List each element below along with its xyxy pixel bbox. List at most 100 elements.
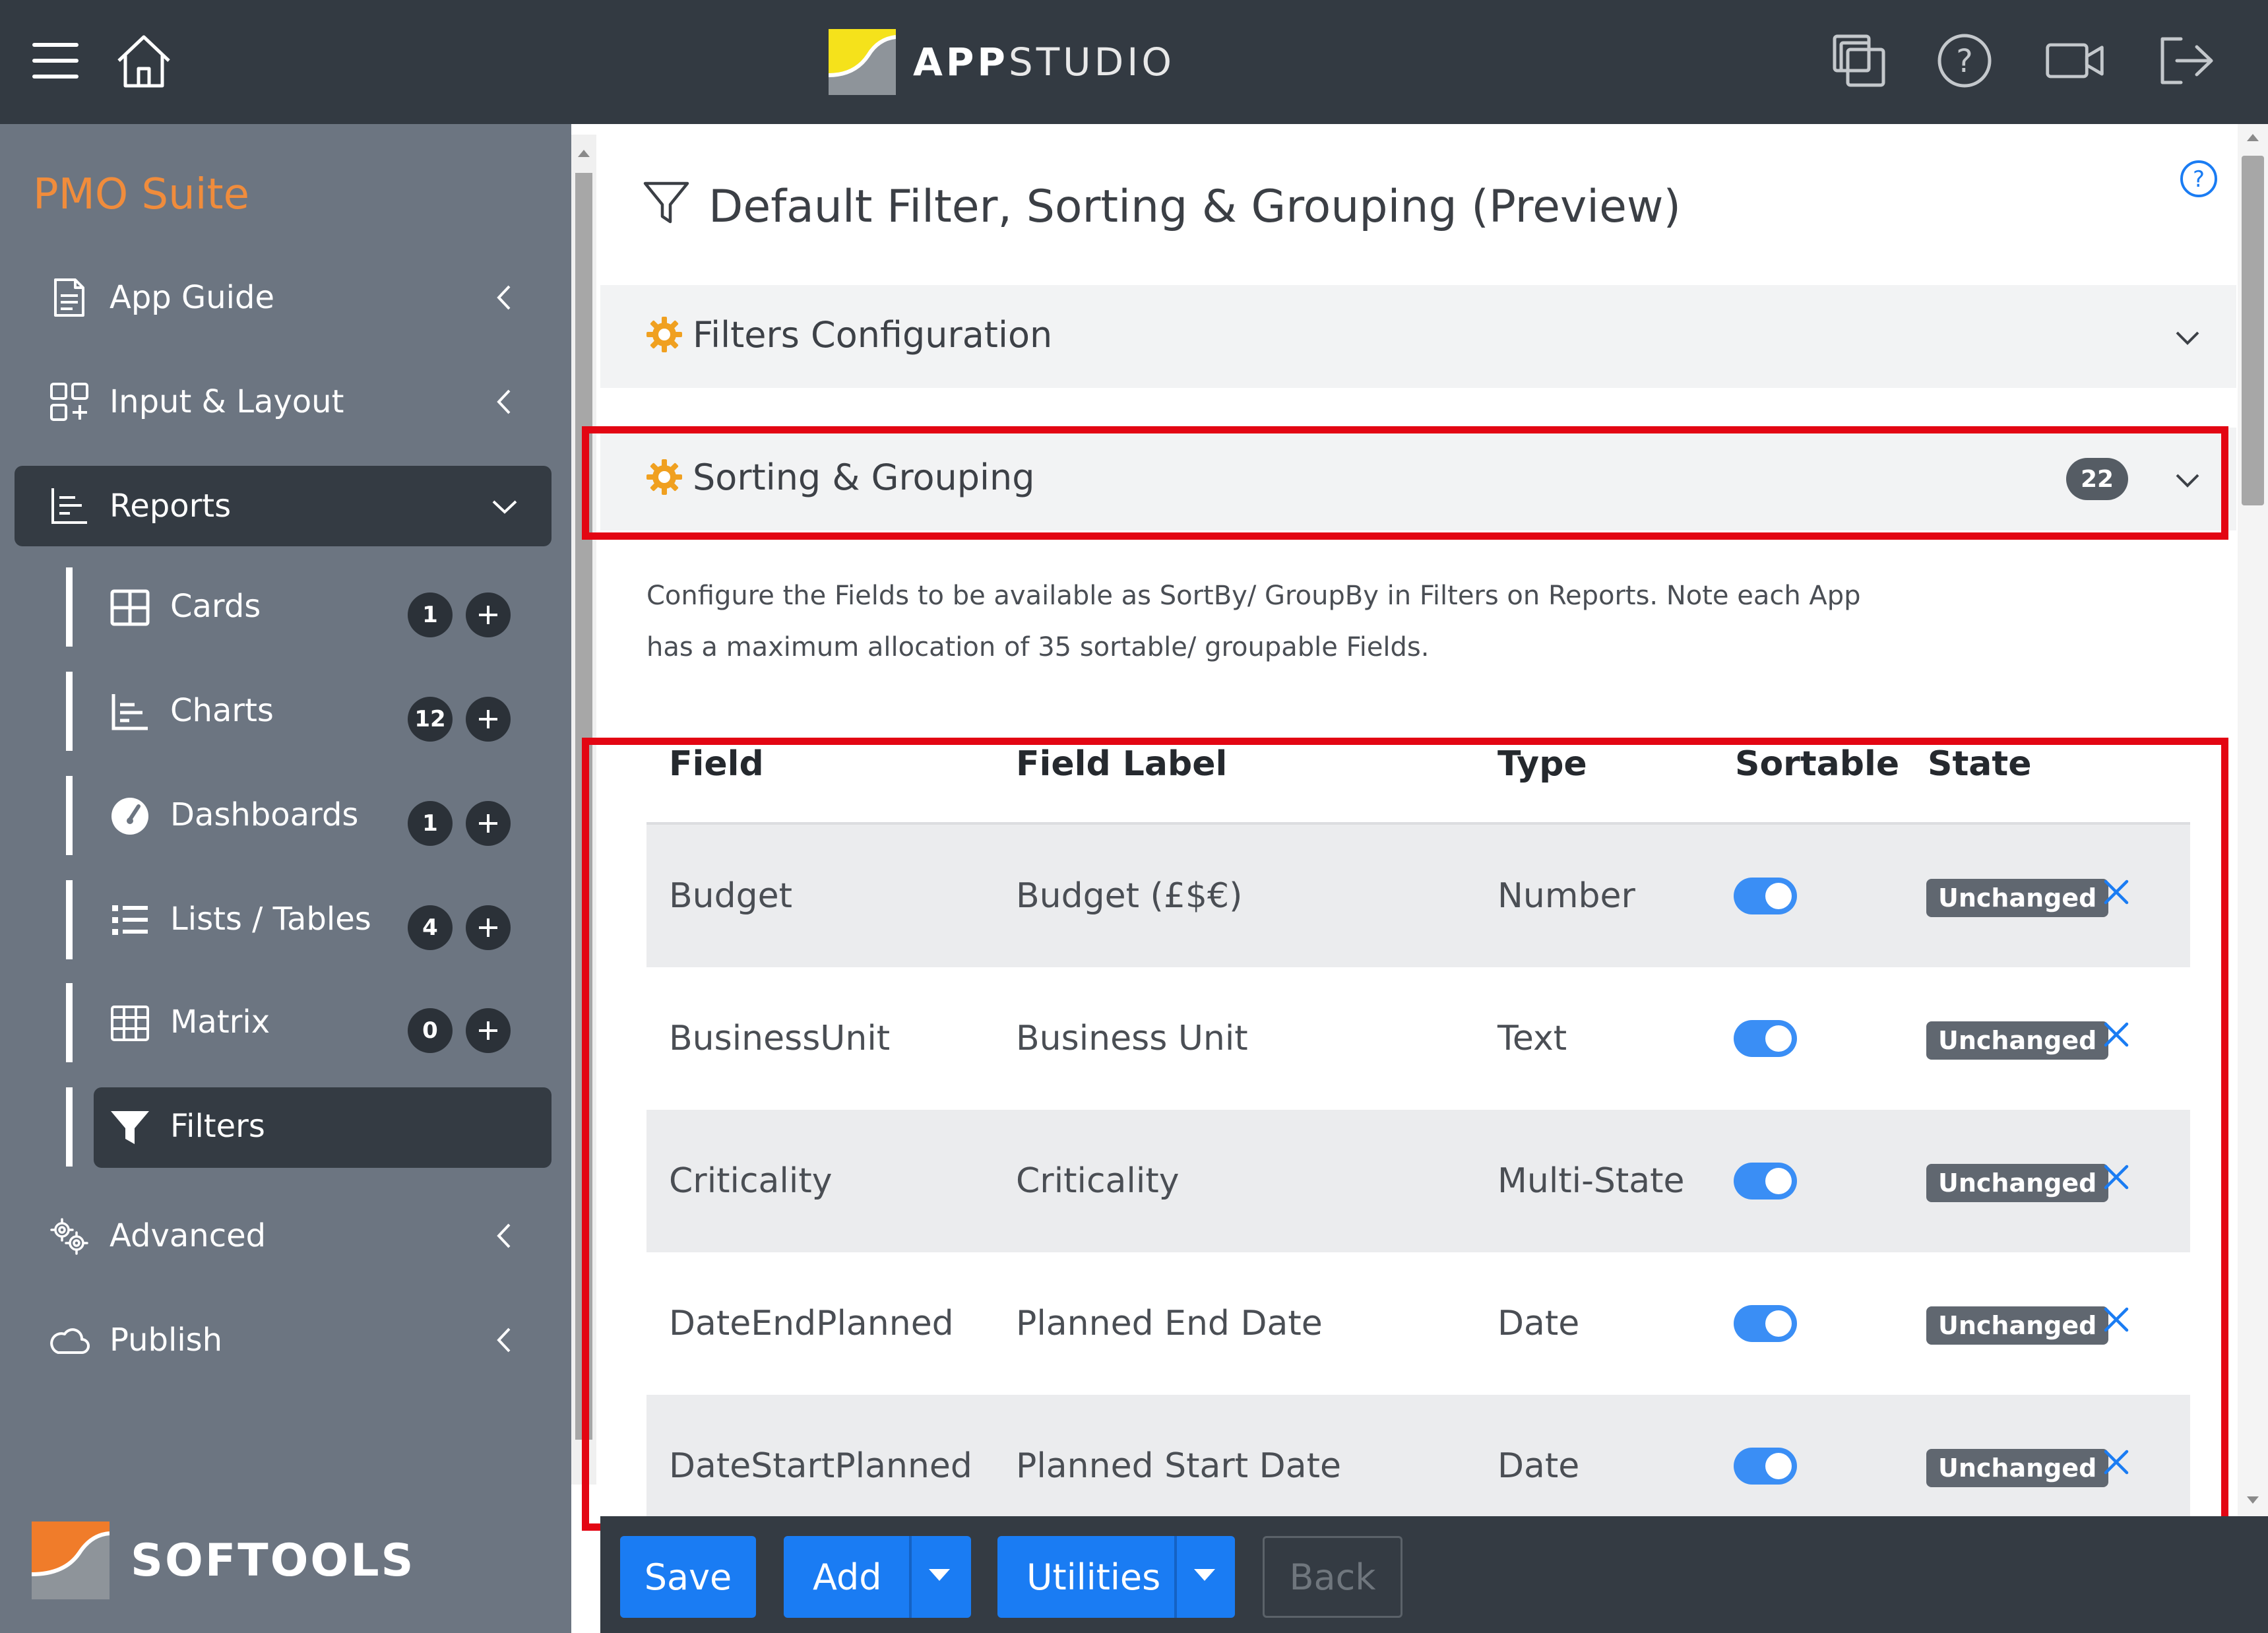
cell-field: Criticality (669, 1161, 833, 1201)
main-scrollbar-thumb[interactable] (2242, 156, 2264, 505)
cell-field-label: Business Unit (1016, 1019, 1248, 1058)
softools-logo: SOFTOOLS (32, 1521, 416, 1599)
chevron-down-icon[interactable] (2172, 464, 2203, 496)
cards-count-badge: 1 (408, 592, 453, 637)
description-line-1: Configure the Fields to be available as … (646, 581, 1861, 611)
description-line-2: has a maximum allocation of 35 sortable/… (646, 632, 1430, 662)
close-icon[interactable] (2098, 1159, 2135, 1196)
add-list-button[interactable] (466, 905, 511, 950)
add-card-button[interactable] (466, 592, 511, 637)
save-button[interactable]: Save (620, 1536, 756, 1618)
cell-type: Multi-State (1497, 1161, 1685, 1201)
cell-type: Date (1497, 1446, 1580, 1486)
column-header-state: State (1928, 744, 2032, 784)
filter-outline-icon (643, 179, 690, 230)
help-icon[interactable]: ? (2178, 158, 2219, 202)
filters-configuration-section[interactable]: Filters Configuration (600, 285, 2236, 388)
state-badge: Unchanged (1926, 1021, 2109, 1060)
sidebar-subitem-matrix[interactable]: Matrix 0 (94, 983, 551, 1064)
sidebar-item-publish[interactable]: Publish (15, 1300, 551, 1380)
svg-text:?: ? (1956, 43, 1972, 80)
state-badge: Unchanged (1926, 1449, 2109, 1487)
table-row: DateStartPlanned Planned Start Date Date… (646, 1395, 2190, 1516)
submenu-indicator (66, 880, 73, 959)
add-chart-button[interactable] (466, 697, 511, 742)
sidebar-item-advanced[interactable]: Advanced (15, 1196, 551, 1276)
utilities-button[interactable]: Utilities (997, 1536, 1235, 1618)
logout-icon[interactable] (2155, 29, 2218, 92)
sortable-toggle[interactable] (1734, 1020, 1797, 1057)
page-title: Default Filter, Sorting & Grouping (Prev… (709, 181, 1682, 233)
sortable-toggle[interactable] (1734, 1305, 1797, 1342)
table-row: Budget Budget (£$€) Number Unchanged (646, 825, 2190, 967)
bottom-toolbar: Save Add Utilities Back (600, 1516, 2268, 1633)
split-divider (909, 1536, 912, 1618)
table-row: Criticality Criticality Multi-State Unch… (646, 1110, 2190, 1252)
sortable-toggle[interactable] (1734, 1448, 1797, 1485)
cell-field: DateStartPlanned (669, 1446, 972, 1486)
home-icon[interactable] (112, 29, 175, 92)
sidebar-item-app-guide[interactable]: App Guide (15, 257, 551, 338)
softools-logo-icon (32, 1521, 110, 1599)
main-panel: Default Filter, Sorting & Grouping (Prev… (600, 124, 2236, 1516)
sorting-table-header: Field Field Label Type Sortable State (646, 744, 2190, 797)
sidebar-item-label: App Guide (110, 279, 274, 316)
back-button[interactable]: Back (1263, 1536, 1402, 1618)
scroll-down-arrow-icon[interactable] (2244, 1494, 2261, 1510)
sidebar-subitem-filters[interactable]: Filters (94, 1087, 551, 1168)
section-title: Sorting & Grouping (693, 457, 1035, 498)
layout-icon (49, 381, 90, 422)
svg-text:?: ? (2193, 166, 2205, 193)
sidebar-item-reports[interactable]: Reports (15, 466, 551, 546)
sidebar-subitem-label: Matrix (170, 1004, 270, 1041)
sidebar-subitem-lists-tables[interactable]: Lists / Tables 4 (94, 880, 551, 961)
sidebar-subitem-label: Lists / Tables (170, 901, 371, 938)
chevron-down-icon[interactable] (2172, 322, 2203, 354)
split-divider (1174, 1536, 1177, 1618)
submenu-indicator (66, 983, 73, 1062)
copy-icon[interactable] (1827, 29, 1891, 92)
appstudio-logo-text: APPSTUDIO (913, 40, 1175, 84)
add-dashboard-button[interactable] (466, 801, 511, 846)
scroll-up-arrow-icon[interactable] (2244, 131, 2261, 146)
add-button-label: Add (813, 1556, 882, 1598)
close-icon[interactable] (2098, 1301, 2135, 1338)
caret-down-icon[interactable] (1194, 1569, 1215, 1581)
add-matrix-button[interactable] (466, 1008, 511, 1053)
column-header-field: Field (669, 744, 764, 784)
sortable-toggle[interactable] (1734, 1163, 1797, 1200)
sidebar-item-label: Publish (110, 1322, 223, 1359)
charts-count-badge: 12 (408, 697, 453, 742)
column-header-sortable: Sortable (1735, 744, 1900, 784)
cards-grid-icon (110, 587, 150, 628)
softools-logo-text: SOFTOOLS (131, 1534, 416, 1587)
scroll-up-arrow-icon[interactable] (575, 146, 592, 162)
cell-type: Date (1497, 1304, 1580, 1343)
sidebar-subitem-label: Cards (170, 588, 261, 625)
chart-icon (110, 691, 150, 732)
logo-text-app: APP (913, 40, 1009, 84)
sidebar-subitem-cards[interactable]: Cards 1 (94, 567, 551, 648)
sidebar-subitem-charts[interactable]: Charts 12 (94, 672, 551, 752)
sidebar-item-label: Advanced (110, 1217, 267, 1254)
matrix-grid-icon (110, 1003, 150, 1044)
help-icon[interactable]: ? (1933, 29, 1996, 92)
close-icon[interactable] (2098, 874, 2135, 911)
submenu-indicator (66, 567, 73, 647)
sorting-grouping-section[interactable]: Sorting & Grouping 22 (600, 428, 2236, 530)
sidebar-scrollbar-thumb[interactable] (575, 173, 592, 1440)
sortable-toggle[interactable] (1734, 878, 1797, 914)
add-button[interactable]: Add (784, 1536, 971, 1618)
close-icon[interactable] (2098, 1444, 2135, 1481)
cell-type: Number (1497, 876, 1635, 916)
video-icon[interactable] (2044, 29, 2107, 92)
sidebar-item-input-layout[interactable]: Input & Layout (15, 362, 551, 442)
menu-icon[interactable] (24, 29, 87, 92)
close-icon[interactable] (2098, 1016, 2135, 1053)
matrix-count-badge: 0 (408, 1008, 453, 1053)
appstudio-logo: APPSTUDIO (829, 29, 1175, 95)
cell-field-label: Planned End Date (1016, 1304, 1323, 1343)
sortable-count-badge: 22 (2066, 458, 2129, 500)
caret-down-icon[interactable] (929, 1569, 950, 1581)
sidebar-subitem-dashboards[interactable]: Dashboards 1 (94, 776, 551, 856)
